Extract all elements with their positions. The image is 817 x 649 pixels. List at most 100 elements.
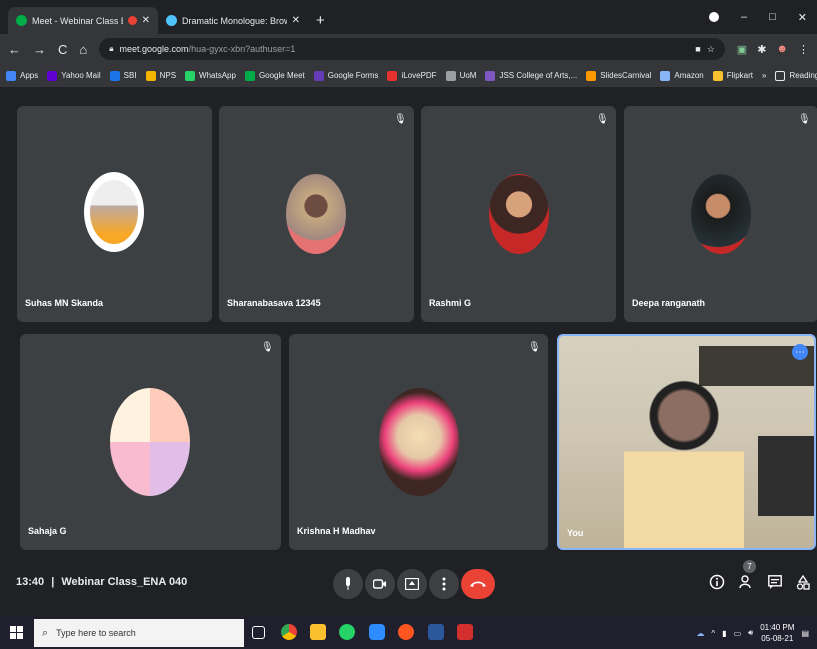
reading-list-label: Reading list xyxy=(789,71,817,80)
address-bar[interactable]: 🔒︎ meet.google.com/hua-gyxc-xbn?authuser… xyxy=(99,38,725,60)
bookmark-item[interactable]: SlidesCarnival xyxy=(586,70,651,81)
chat-icon xyxy=(768,574,782,589)
profile-avatar-icon[interactable]: ☻ xyxy=(776,43,788,55)
notifications-icon[interactable]: ▤ xyxy=(801,629,809,638)
network-icon[interactable]: ▭ xyxy=(734,629,742,638)
bookmark-label: WhatsApp xyxy=(199,71,236,80)
avatar xyxy=(110,388,190,496)
meeting-info-button[interactable] xyxy=(707,572,727,592)
end-call-icon xyxy=(470,581,486,587)
task-view-icon[interactable] xyxy=(252,626,265,639)
participants-count-badge: 7 xyxy=(743,560,756,573)
tab-dramatic-monologue[interactable]: Dramatic Monologue: Browning ✕ xyxy=(158,7,308,34)
bookmark-favicon-icon xyxy=(109,70,120,81)
weather-icon[interactable]: ☁ xyxy=(696,629,704,638)
more-options-icon[interactable]: ⋯ xyxy=(792,344,808,360)
bookmark-label: iLovePDF xyxy=(401,71,437,80)
participant-tile[interactable]: 🎙︎ Deepa ranganath xyxy=(624,106,817,322)
self-video-tile[interactable]: ⋯ You xyxy=(557,334,816,550)
leave-call-button[interactable] xyxy=(461,569,495,599)
clock-time: 01:40 PM xyxy=(760,623,795,632)
camera-button[interactable] xyxy=(365,569,395,599)
minimize-button[interactable]: – xyxy=(741,11,747,23)
more-vert-icon xyxy=(442,577,446,591)
address-path: /hua-gyxc-xbn?authuser=1 xyxy=(188,44,296,54)
bookmark-item[interactable]: JSS College of Arts,... xyxy=(485,70,577,81)
system-tray: ☁ ^ ▮ ▭ 🔊︎ 01:40 PM 05-08-21 ▤ xyxy=(696,617,809,649)
bookmark-star-icon[interactable]: ☆ xyxy=(707,44,715,55)
reload-icon[interactable]: C xyxy=(58,42,67,57)
tab-title: Dramatic Monologue: Browning xyxy=(182,15,287,26)
screen: Meet - Webinar Class ENA 0 ✕ Dramatic Mo… xyxy=(0,0,817,649)
zoom-icon[interactable] xyxy=(369,624,385,640)
new-tab-button[interactable]: + xyxy=(308,7,333,34)
menu-icon[interactable]: ⋮ xyxy=(798,43,809,56)
bookmark-favicon-icon xyxy=(586,70,597,81)
taskbar-search-box[interactable]: ⌕ Type here to search xyxy=(34,619,244,647)
back-arrow-icon[interactable]: ← xyxy=(8,42,21,57)
close-tab-icon[interactable]: ✕ xyxy=(292,15,300,26)
browser-toolbar: ← → C ⌂ 🔒︎ meet.google.com/hua-gyxc-xbn?… xyxy=(0,34,817,64)
bookmark-item[interactable]: Flipkart xyxy=(712,70,753,81)
show-hidden-icons[interactable]: ^ xyxy=(711,629,715,638)
separator: | xyxy=(51,576,55,588)
participant-tile[interactable]: 🎙︎ Sahaja G xyxy=(20,334,281,550)
windows-start-icon[interactable] xyxy=(10,626,23,639)
more-options-button[interactable] xyxy=(429,569,459,599)
participant-tile[interactable]: 🎙︎ Krishna H Madhav xyxy=(289,334,548,550)
file-explorer-icon[interactable] xyxy=(310,624,326,640)
reading-list-icon xyxy=(775,70,786,81)
profile-icon[interactable] xyxy=(709,12,719,22)
close-window-button[interactable]: ✕ xyxy=(798,11,807,24)
bookmark-favicon-icon xyxy=(244,70,255,81)
bookmark-item[interactable]: Amazon xyxy=(660,70,704,81)
self-video-person xyxy=(624,376,744,548)
tab-meet[interactable]: Meet - Webinar Class ENA 0 ✕ xyxy=(8,7,158,34)
reading-list-button[interactable]: Reading list xyxy=(775,70,817,81)
activities-button[interactable] xyxy=(793,572,813,592)
bookmark-item[interactable]: Apps xyxy=(6,70,38,81)
participant-tile[interactable]: 🎙︎ Rashmi G xyxy=(421,106,616,322)
close-tab-icon[interactable]: ✕ xyxy=(142,15,150,26)
clock-date: 05-08-21 xyxy=(761,634,794,643)
home-icon[interactable]: ⌂ xyxy=(79,42,87,57)
microphone-button[interactable] xyxy=(333,569,363,599)
chrome-icon[interactable] xyxy=(281,624,297,640)
extension-icon[interactable]: ▣ xyxy=(737,43,747,56)
camera-indicator-icon[interactable]: ■ xyxy=(695,44,700,54)
word-icon[interactable] xyxy=(428,624,444,640)
bookmark-item[interactable]: SBI xyxy=(109,70,137,81)
forward-arrow-icon[interactable]: → xyxy=(33,42,46,57)
bookmark-item[interactable]: Yahoo Mail xyxy=(47,70,101,81)
whatsapp-icon[interactable] xyxy=(339,624,355,640)
battery-icon[interactable]: ▮ xyxy=(722,629,726,638)
maximize-button[interactable]: □ xyxy=(769,11,776,23)
bookmark-item[interactable]: WhatsApp xyxy=(185,70,236,81)
app-orange-icon[interactable] xyxy=(398,624,414,640)
volume-icon[interactable]: 🔊︎ xyxy=(748,628,753,638)
meet-stage: Suhas MN Skanda 🎙︎ Sharanabasava 12345 🎙… xyxy=(0,88,817,612)
puzzle-icon[interactable]: ✱ xyxy=(757,43,766,56)
meeting-time: 13:40 xyxy=(16,576,45,588)
mic-off-icon: 🎙︎ xyxy=(528,342,541,353)
participant-name: Sahaja G xyxy=(28,526,67,536)
present-button[interactable] xyxy=(397,569,427,599)
recording-dot-icon xyxy=(127,16,137,25)
chat-button[interactable] xyxy=(765,572,785,592)
bookmarks-overflow-button[interactable]: » xyxy=(762,71,766,80)
bookmark-favicon-icon xyxy=(485,70,496,81)
taskbar-clock[interactable]: 01:40 PM 05-08-21 xyxy=(760,622,794,644)
bookmark-favicon-icon xyxy=(712,70,723,81)
participant-tile[interactable]: 🎙︎ Sharanabasava 12345 xyxy=(219,106,414,322)
participants-button[interactable]: 7 xyxy=(737,560,757,592)
bookmark-item[interactable]: UoM xyxy=(445,70,476,81)
bookmark-item[interactable]: Google Forms xyxy=(313,70,378,81)
participant-tile[interactable]: Suhas MN Skanda xyxy=(17,106,212,322)
present-icon xyxy=(405,578,419,590)
bookmark-favicon-icon xyxy=(6,70,16,81)
bookmark-item[interactable]: NPS xyxy=(145,70,176,81)
bookmark-item[interactable]: Google Meet xyxy=(244,70,305,81)
pdf-reader-icon[interactable] xyxy=(457,624,473,640)
bookmark-item[interactable]: iLovePDF xyxy=(387,70,437,81)
bookmark-favicon-icon xyxy=(313,70,324,81)
